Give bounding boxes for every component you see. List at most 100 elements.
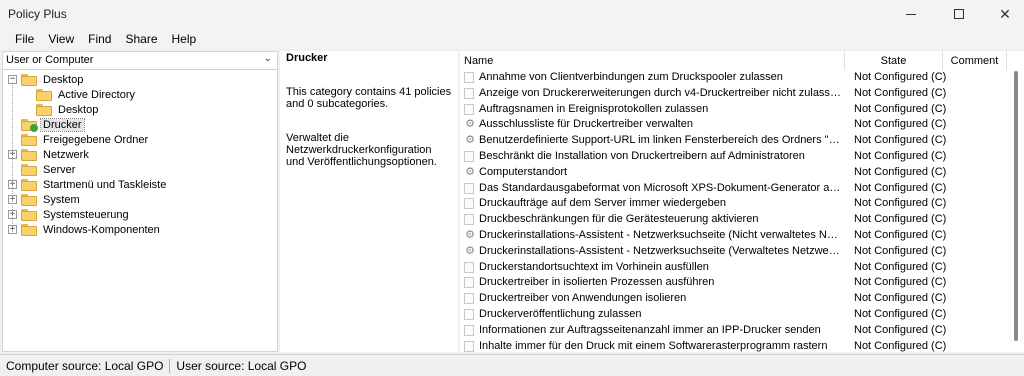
policy-state: Not Configured (C) [854, 71, 947, 83]
tree-item-label: Windows-Komponenten [43, 223, 160, 236]
policy-row[interactable]: Das Standardausgabeformat von Microsoft … [460, 181, 1007, 196]
policy-state: Not Configured (C) [854, 260, 947, 273]
category-title: Drucker [286, 52, 328, 64]
policy-state: Not Configured (C) [854, 308, 947, 320]
policy-row[interactable]: Druckbeschränkungen für die Gerätesteuer… [460, 212, 1007, 227]
tree-item[interactable]: Server [8, 162, 77, 177]
category-summary: This category contains 41 policies and 0… [286, 86, 452, 110]
policy-state: Not Configured (C) [854, 323, 947, 336]
policy-state: Not Configured (C) [854, 229, 947, 241]
minimize-button[interactable] [888, 0, 934, 28]
vertical-scrollbar[interactable] [1008, 70, 1024, 352]
policy-state: Not Configured (C) [854, 197, 947, 210]
tree-item-label: Active Directory [58, 88, 136, 101]
tree-item-label: Server [43, 163, 76, 176]
policy-name: Druckertreiber von Anwendungen isolieren [479, 292, 687, 305]
policy-state: Not Configured (C) [854, 118, 947, 131]
policy-state: Not Configured (C) [854, 276, 947, 289]
policy-doc-icon [464, 103, 474, 115]
gear-icon: ⚙ [465, 244, 475, 257]
policy-row[interactable]: Anzeige von Druckererweiterungen durch v… [460, 86, 1007, 101]
tree-item[interactable]: Active Directory [23, 87, 137, 102]
close-button[interactable]: ✕ [982, 0, 1024, 28]
tree-item-label: Drucker [40, 117, 85, 132]
tree-item-label: System [43, 193, 80, 206]
folder-icon [21, 193, 37, 206]
gear-icon: ⚙ [465, 134, 475, 147]
category-tree-pane: User or Computer ⌄ − Desktop Active Direct… [2, 51, 278, 352]
list-header: Name State Comment [460, 51, 1024, 70]
policy-name: Druckerstandortsuchtext im Vorhinein aus… [479, 260, 709, 273]
policy-doc-icon [464, 151, 474, 162]
policy-state: Not Configured (C) [854, 213, 947, 226]
column-header-comment[interactable]: Comment [943, 51, 1007, 70]
policy-name: Druckerveröffentlichung zulassen [479, 308, 642, 320]
policy-row[interactable]: Druckaufträge auf dem Server immer wiede… [460, 196, 1007, 211]
policy-row[interactable]: Auftragsnamen in Ereignisprotokollen zul… [460, 102, 1007, 117]
policy-row[interactable]: ⚙ Computerstandort Not Configured (C) [460, 165, 1007, 180]
tree-item[interactable]: + System [8, 192, 82, 207]
folder-icon [36, 88, 52, 101]
policy-row[interactable]: Informationen zur Auftragsseitenanzahl i… [460, 323, 1007, 338]
policy-list: Name State Comment Annahme von Clientver… [460, 51, 1024, 352]
menu-bar: File View Find Share Help [0, 28, 1024, 49]
maximize-button[interactable] [936, 0, 982, 28]
tree-item[interactable]: + Windows-Komponenten [8, 222, 162, 237]
maximize-icon [954, 9, 964, 19]
menu-find[interactable]: Find [81, 30, 118, 48]
policy-doc-icon [464, 277, 474, 289]
policy-row[interactable]: Inhalte immer für den Druck mit einem So… [460, 339, 1007, 352]
tree-item-label: Desktop [58, 103, 99, 116]
policy-state: Not Configured (C) [854, 244, 947, 257]
tree-item-label: Systemsteuerung [43, 208, 129, 221]
menu-help[interactable]: Help [165, 30, 204, 48]
policy-state: Not Configured (C) [854, 102, 947, 115]
tree-item[interactable]: − Desktop [8, 72, 85, 87]
tree-item-label: Freigegebene Ordner [43, 133, 149, 146]
policy-row[interactable]: Beschränkt die Installation von Druckert… [460, 149, 1007, 164]
menu-file[interactable]: File [8, 30, 41, 48]
policy-name: Annahme von Clientverbindungen zum Druck… [479, 71, 783, 83]
column-header-name[interactable]: Name [460, 51, 845, 70]
user-source: User source: Local GPO [176, 358, 307, 373]
folder-icon [21, 223, 37, 236]
minimize-icon [906, 13, 916, 15]
policy-doc-icon [464, 87, 474, 99]
tree-item[interactable]: + Startmenü und Taskleiste [8, 177, 168, 192]
gear-icon: ⚙ [465, 229, 475, 241]
policy-row[interactable]: ⚙ Ausschlussliste für Druckertreiber verw… [460, 117, 1007, 132]
policy-row[interactable]: Druckerveröffentlichung zulassen Not Conf… [460, 307, 1007, 322]
folder-icon [21, 178, 37, 191]
policy-row[interactable]: ⚙ Druckerinstallations-Assistent - Netzwe… [460, 228, 1007, 243]
scrollbar-thumb[interactable] [1014, 71, 1018, 341]
title-bar: Policy Plus ✕ [0, 0, 1024, 28]
policy-doc-icon [464, 72, 474, 83]
policy-name: Anzeige von Druckererweiterungen durch v… [479, 86, 841, 99]
window-title: Policy Plus [8, 7, 67, 21]
policy-row[interactable]: Druckerstandortsuchtext im Vorhinein aus… [460, 260, 1007, 275]
policy-name: Auftragsnamen in Ereignisprotokollen zul… [479, 102, 709, 115]
tree-item[interactable]: Drucker [8, 117, 85, 132]
policy-row[interactable]: Druckertreiber in isolierten Prozessen a… [460, 275, 1007, 290]
column-header-state[interactable]: State [845, 51, 943, 70]
menu-view[interactable]: View [41, 30, 81, 48]
policy-state: Not Configured (C) [854, 134, 947, 147]
policy-row[interactable]: ⚙ Druckerinstallations-Assistent - Netzwe… [460, 244, 1007, 259]
tree-item[interactable]: + Systemsteuerung [8, 207, 131, 222]
scope-dropdown[interactable]: User or Computer ⌄ [3, 52, 277, 70]
policy-state: Not Configured (C) [854, 150, 947, 162]
scope-dropdown-value: User or Computer [6, 54, 94, 66]
policy-row[interactable]: Annahme von Clientverbindungen zum Druck… [460, 70, 1007, 85]
tree-item[interactable]: Desktop [23, 102, 100, 117]
policy-row[interactable]: Druckertreiber von Anwendungen isolieren… [460, 291, 1007, 306]
policy-name: Druckertreiber in isolierten Prozessen a… [479, 276, 715, 289]
policy-doc-icon [464, 182, 474, 194]
menu-share[interactable]: Share [118, 30, 164, 48]
folder-icon [21, 118, 38, 132]
tree-item-label: Netzwerk [43, 148, 89, 161]
tree-item[interactable]: Freigegebene Ordner [8, 132, 150, 147]
policy-row[interactable]: ⚙ Benutzerdefinierte Support-URL im linke… [460, 133, 1007, 148]
tree-item[interactable]: + Netzwerk [8, 147, 91, 162]
computer-source: Computer source: Local GPO [0, 358, 171, 373]
policy-doc-icon [464, 198, 474, 210]
